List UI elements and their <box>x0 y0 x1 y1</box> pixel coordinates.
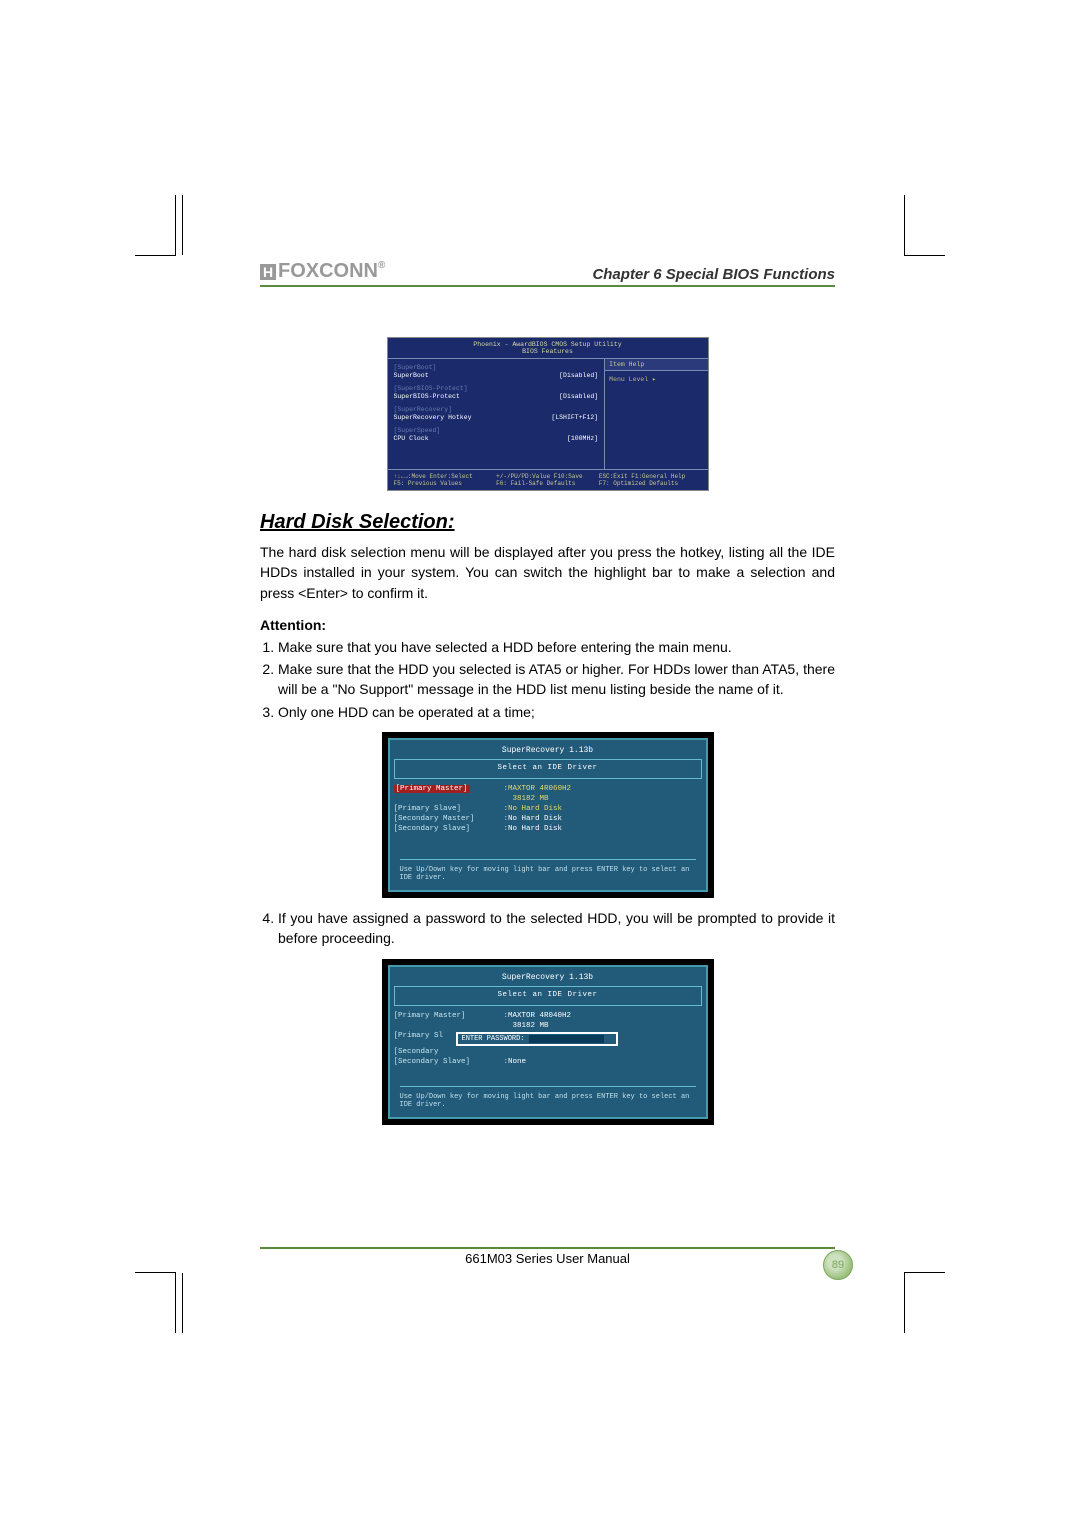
list-item: Make sure that you have selected a HDD b… <box>278 637 835 657</box>
sr2-select-label: Select an IDE Driver <box>403 991 693 1001</box>
attention-list-cont: If you have assigned a password to the s… <box>278 908 835 949</box>
sr1-footer: Use Up/Down key for moving light bar and… <box>400 859 696 882</box>
bios-screenshot: Phoenix - AwardBIOS CMOS Setup UtilityBI… <box>387 337 709 491</box>
section-heading: Hard Disk Selection: <box>260 511 835 534</box>
superrecovery-screenshot-2: SuperRecovery 1.13b Select an IDE Driver… <box>382 959 714 1125</box>
page-header: HFOXCONN® Chapter 6 Special BIOS Functio… <box>260 260 835 287</box>
attention-heading: Attention: <box>260 617 835 633</box>
bios-item-help-header: Item Help <box>605 359 707 371</box>
bios-footer: ↑↓←→:Move Enter:Select+/-/PU/PD:Value F1… <box>388 470 708 490</box>
crop-mark <box>904 195 945 256</box>
list-item: If you have assigned a password to the s… <box>278 908 835 949</box>
list-item: Make sure that the HDD you selected is A… <box>278 659 835 700</box>
page-footer: 661M03 Series User Manual 89 <box>260 1247 835 1266</box>
sr2-footer: Use Up/Down key for moving light bar and… <box>400 1086 696 1109</box>
superrecovery-screenshot-1: SuperRecovery 1.13b Select an IDE Driver… <box>382 732 714 898</box>
brand-logo: HFOXCONN® <box>260 260 385 283</box>
crop-mark <box>135 1272 176 1333</box>
sr1-select-label: Select an IDE Driver <box>403 764 693 774</box>
bios-title: Phoenix - AwardBIOS CMOS Setup UtilityBI… <box>388 338 708 358</box>
crop-mark <box>135 195 176 256</box>
bios-menu-level: Menu Level ▸ <box>605 371 707 387</box>
list-item: Only one HDD can be operated at a time; <box>278 702 835 722</box>
sr2-title: SuperRecovery 1.13b <box>394 971 702 986</box>
footer-text: 661M03 Series User Manual <box>260 1251 835 1266</box>
password-prompt: ENTER PASSWORD: <box>456 1032 618 1046</box>
attention-list: Make sure that you have selected a HDD b… <box>278 637 835 722</box>
page-number-badge: 89 <box>823 1250 853 1280</box>
chapter-title: Chapter 6 Special BIOS Functions <box>592 266 835 283</box>
crop-mark <box>904 1272 945 1333</box>
sr1-title: SuperRecovery 1.13b <box>394 744 702 759</box>
intro-paragraph: The hard disk selection menu will be dis… <box>260 542 835 603</box>
